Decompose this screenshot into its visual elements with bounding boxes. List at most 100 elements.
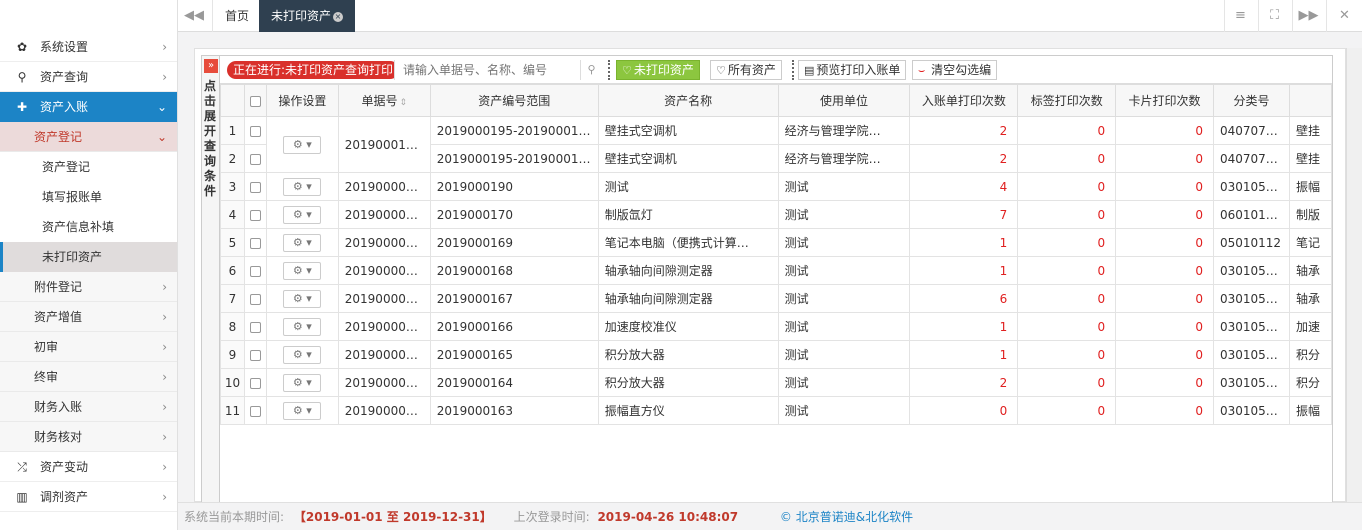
label-print-count: 0	[1017, 200, 1117, 229]
sidebar-item-unprinted-assets[interactable]: 未打印资产	[0, 242, 177, 272]
sidebar-item-asset-increase[interactable]: 资产增值 ›	[0, 302, 177, 332]
doc-number-cell: 20190000…	[337, 368, 431, 397]
row-settings-button[interactable]: ⚙ ▾	[283, 345, 322, 364]
column-header-doc[interactable]: 单据号 ⇕	[337, 84, 431, 117]
period-label: 系统当前本期时间:	[184, 510, 285, 524]
table-row[interactable]: 11 ⚙ ▾ 20190000… 2019000163 振幅直方仪 测试 0 0 0 030105…	[220, 396, 1332, 425]
row-checkbox[interactable]	[243, 116, 267, 145]
sidebar-item-asset-register-group[interactable]: 资产登记 ⌄	[0, 122, 177, 152]
extra-cell: 轴承	[1288, 256, 1332, 285]
row-settings-button[interactable]: ⚙ ▾	[283, 233, 322, 252]
trash-icon: ▥	[16, 490, 28, 504]
expand-icon[interactable]: »	[204, 59, 218, 73]
asset-range-cell: 2019000170	[429, 200, 599, 229]
unit-cell: 测试	[777, 340, 911, 369]
asset-name-cell: 测试	[597, 172, 779, 201]
row-checkbox[interactable]	[243, 172, 267, 201]
chevron-right-icon: ›	[162, 280, 167, 294]
sidebar-item-label: 资产登记	[34, 130, 83, 144]
row-checkbox[interactable]	[243, 200, 267, 229]
row-settings-button[interactable]: ⚙ ▾	[283, 401, 322, 420]
table-row[interactable]: 6 ⚙ ▾ 20190000… 2019000168 轴承轴向间隙测定器 测试 1 0 0 030…	[220, 256, 1332, 285]
row-settings-button[interactable]: ⚙ ▾	[283, 177, 322, 196]
sort-icon[interactable]: ⇕	[399, 98, 407, 108]
sidebar-item-asset-query[interactable]: ⚲ 资产查询 ›	[0, 62, 177, 92]
vertical-scrollbar[interactable]	[1346, 48, 1362, 502]
row-checkbox[interactable]	[243, 396, 267, 425]
sidebar-item-system-settings[interactable]: ✿ 系统设置 ›	[0, 32, 177, 62]
row-settings-button[interactable]: ⚙ ▾	[283, 261, 322, 280]
unit-cell: 测试	[777, 172, 911, 201]
table-row[interactable]: 3 ⚙ ▾ 20190000… 2019000190 测试 测试 4 0 0 030105… 振幅	[220, 172, 1332, 201]
search-icon[interactable]: ⚲	[580, 60, 602, 80]
extra-cell: 振幅	[1288, 396, 1332, 425]
sidebar-item-asset-entry[interactable]: ✚ 资产入账 ⌄	[0, 92, 177, 122]
sidebar-item-label: 终审	[34, 370, 59, 384]
sidebar-item-asset-register[interactable]: 资产登记	[0, 152, 177, 182]
sidebar-item-finance-entry[interactable]: 财务入账 ›	[0, 392, 177, 422]
row-checkbox[interactable]	[243, 228, 267, 257]
sidebar-item-attachment-register[interactable]: 附件登记 ›	[0, 272, 177, 302]
chevron-right-icon: ›	[162, 70, 167, 84]
table-row[interactable]: 9 ⚙ ▾ 20190000… 2019000165 积分放大器 测试 1 0 0 030105……	[220, 340, 1332, 369]
scroll-tabs-right-icon[interactable]: ▶▶	[1292, 0, 1324, 32]
table-row[interactable]: 8 ⚙ ▾ 20190000… 2019000166 加速度校准仪 测试 1 0 0 030105…	[220, 312, 1332, 341]
label-print-count: 0	[1017, 172, 1117, 201]
tab-label: 未打印资产	[271, 9, 332, 23]
preview-print-button[interactable]: ▤ 预览打印入账单	[798, 60, 907, 80]
table-row[interactable]: 5 ⚙ ▾ 20190000… 2019000169 笔记本电脑（便携式计算… 测试 1 0 0…	[220, 228, 1332, 257]
asset-name-cell: 加速度校准仪	[597, 312, 779, 341]
table-row[interactable]: 7 ⚙ ▾ 20190000… 2019000167 轴承轴向间隙测定器 测试 6 0 0 030…	[220, 284, 1332, 313]
table-row[interactable]: 10 ⚙ ▾ 20190000… 2019000164 积分放大器 测试 2 0 0 030105…	[220, 368, 1332, 397]
row-checkbox[interactable]	[243, 284, 267, 313]
row-number: 10	[220, 368, 245, 397]
row-checkbox[interactable]	[243, 256, 267, 285]
sidebar-item-asset-info-supplement[interactable]: 资产信息补填	[0, 212, 177, 242]
sidebar-item-first-review[interactable]: 初审 ›	[0, 332, 177, 362]
tab-home[interactable]: 首页	[212, 0, 263, 32]
gear-icon: ⚙	[292, 375, 303, 389]
all-assets-button[interactable]: ♡ 所有资产	[710, 60, 782, 80]
content-panel: » 点击展开查询条件 正在进行:未打印资产查询打印 ⚲ ♡未打印资产 ♡所有资产…	[194, 48, 1346, 503]
sidebar-item-label: 初审	[34, 340, 59, 354]
query-strip-label: 点击展开查询条件	[204, 79, 217, 198]
doc-number-cell: 20190000…	[337, 284, 431, 313]
sidebar-item-final-review[interactable]: 终审 ›	[0, 362, 177, 392]
sidebar-item-asset-change[interactable]: ⤮ 资产变动 ›	[0, 452, 177, 482]
sidebar-item-label: 资产查询	[40, 70, 89, 84]
entry-print-count: 6	[909, 284, 1019, 313]
query-conditions-strip[interactable]: » 点击展开查询条件	[202, 56, 220, 502]
clear-selection-button[interactable]: ⌣ 清空勾选编	[912, 60, 998, 80]
category-cell: 030105…	[1212, 340, 1290, 369]
row-checkbox[interactable]	[243, 312, 267, 341]
row-checkbox[interactable]	[243, 340, 267, 369]
row-settings-button[interactable]: ⚙ ▾	[283, 317, 322, 336]
main-content: » 点击展开查询条件 正在进行:未打印资产查询打印 ⚲ ♡未打印资产 ♡所有资产…	[178, 32, 1362, 503]
close-icon[interactable]: ×	[333, 11, 344, 22]
fullscreen-icon[interactable]: ⛶	[1258, 0, 1290, 32]
row-checkbox[interactable]	[243, 368, 267, 397]
row-settings-button[interactable]: ⚙ ▾	[283, 135, 322, 154]
eraser-icon: ⌣	[918, 64, 926, 77]
menu-icon[interactable]: ≡	[1224, 0, 1256, 32]
row-settings-button[interactable]: ⚙ ▾	[283, 205, 322, 224]
sidebar-item-asset-transfer[interactable]: ▥ 调剂资产 ›	[0, 482, 177, 512]
company-link[interactable]: © 北京普诺迪&北化软件	[780, 510, 913, 524]
select-all-checkbox[interactable]	[243, 84, 267, 117]
row-checkbox[interactable]	[243, 144, 267, 173]
table-row[interactable]: 4 ⚙ ▾ 20190000… 2019000170 制版氙灯 测试 7 0 0 060101… 制…	[220, 200, 1332, 229]
login-value: 2019-04-26 10:48:07	[597, 510, 739, 524]
chevron-right-icon: ›	[162, 340, 167, 354]
table-row[interactable]: 1 ⚙ ▾ 20190001… 2019000195-20190001… 壁挂式空调机经…	[220, 116, 1332, 173]
row-settings-button[interactable]: ⚙ ▾	[283, 289, 322, 308]
plus-icon: ✚	[16, 100, 28, 114]
search-input[interactable]	[394, 60, 576, 80]
row-settings-button[interactable]: ⚙ ▾	[283, 373, 322, 392]
sidebar-item-finance-check[interactable]: 财务核对 ›	[0, 422, 177, 452]
close-all-icon[interactable]: ✕	[1326, 0, 1362, 32]
tab-unprinted-assets[interactable]: 未打印资产 ×	[259, 0, 356, 32]
unprinted-assets-button[interactable]: ♡ 未打印资产	[616, 60, 700, 80]
scroll-tabs-left-icon[interactable]: ◀◀	[178, 0, 210, 32]
sidebar-item-fill-expense[interactable]: 填写报账单	[0, 182, 177, 212]
op-cell: ⚙ ▾	[265, 284, 339, 313]
